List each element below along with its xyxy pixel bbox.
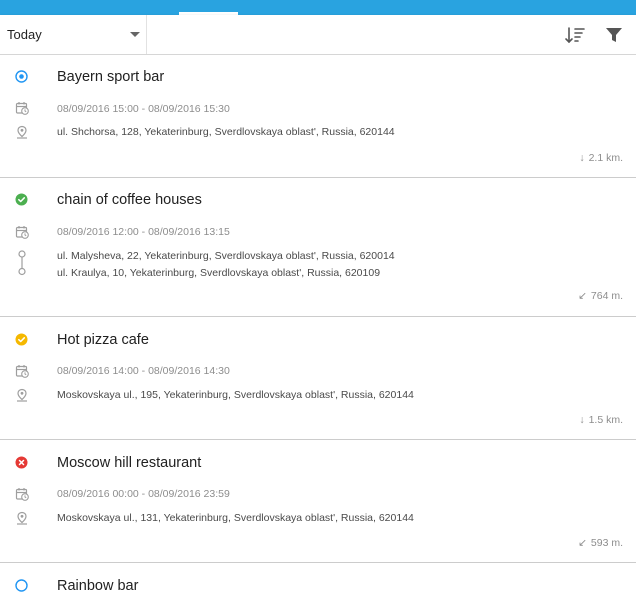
item-address: ul. Malysheva, 22, Yekaterinburg, Sverdl… <box>57 250 395 262</box>
item-address: Moskovskaya ul., 131, Yekaterinburg, Sve… <box>57 512 414 524</box>
item-time: 08/09/2016 12:00 - 08/09/2016 13:15 <box>57 226 230 238</box>
item-distance: ↓ 2.1 km. <box>579 152 623 164</box>
item-distance: ↓ 1.5 km. <box>579 414 623 426</box>
sort-icon <box>563 22 589 48</box>
status-active-icon <box>15 70 28 83</box>
location-pin-icon <box>15 125 29 139</box>
item-distance: ↙ 764 m. <box>578 290 623 302</box>
list-item[interactable]: Hot pizza cafe 08/09/2016 14:00 - 08/09/… <box>0 317 636 440</box>
period-dropdown-label: Today <box>7 27 42 42</box>
item-title: Rainbow bar <box>57 578 139 594</box>
item-title: Hot pizza cafe <box>57 332 149 348</box>
calendar-clock-icon <box>15 364 29 378</box>
item-address: ul. Kraulya, 10, Yekaterinburg, Sverdlov… <box>57 267 381 279</box>
distance-arrow-icon: ↓ <box>579 414 585 426</box>
filter-icon <box>601 22 627 48</box>
distance-arrow-icon: ↙ <box>578 290 587 302</box>
status-failed-icon <box>15 456 28 469</box>
calendar-clock-icon <box>15 487 29 501</box>
status-open-icon <box>15 579 28 592</box>
item-time: 08/09/2016 00:00 - 08/09/2016 23:59 <box>57 488 230 500</box>
distance-value: 764 m. <box>590 290 623 302</box>
dropdown-caret-icon <box>130 32 140 37</box>
calendar-clock-icon <box>15 225 29 239</box>
item-title: Bayern sport bar <box>57 69 165 85</box>
status-pending-icon <box>15 333 28 346</box>
filter-button[interactable] <box>601 22 627 48</box>
list-item[interactable]: chain of coffee houses 08/09/2016 12:00 … <box>0 178 636 317</box>
item-title: Moscow hill restaurant <box>57 455 202 471</box>
period-dropdown[interactable]: Today <box>0 15 147 54</box>
distance-value: 2.1 km. <box>588 152 623 164</box>
item-distance: ↙ 593 m. <box>578 537 623 549</box>
location-pin-icon <box>15 511 29 525</box>
calendar-clock-icon <box>15 101 29 115</box>
status-done-icon <box>15 193 28 206</box>
distance-arrow-icon: ↓ <box>579 152 585 164</box>
distance-arrow-icon: ↙ <box>578 537 587 549</box>
location-pin-icon <box>15 388 29 402</box>
app-bar <box>0 0 636 15</box>
distance-value: 593 m. <box>590 537 623 549</box>
list-item[interactable]: Moscow hill restaurant 08/09/2016 00:00 … <box>0 440 636 563</box>
item-address: Moskovskaya ul., 195, Yekaterinburg, Sve… <box>57 389 414 401</box>
distance-value: 1.5 km. <box>588 414 623 426</box>
item-title: chain of coffee houses <box>57 192 202 208</box>
item-address: ul. Shchorsa, 128, Yekaterinburg, Sverdl… <box>57 126 395 138</box>
item-time: 08/09/2016 14:00 - 08/09/2016 14:30 <box>57 365 230 377</box>
toolbar: Today <box>0 15 636 55</box>
sort-button[interactable] <box>563 22 589 48</box>
item-time: 08/09/2016 15:00 - 08/09/2016 15:30 <box>57 103 230 115</box>
list-item[interactable]: Rainbow bar <box>0 563 636 603</box>
list-item[interactable]: Bayern sport bar 08/09/2016 15:00 - 08/0… <box>0 55 636 178</box>
route-icon <box>15 250 29 276</box>
